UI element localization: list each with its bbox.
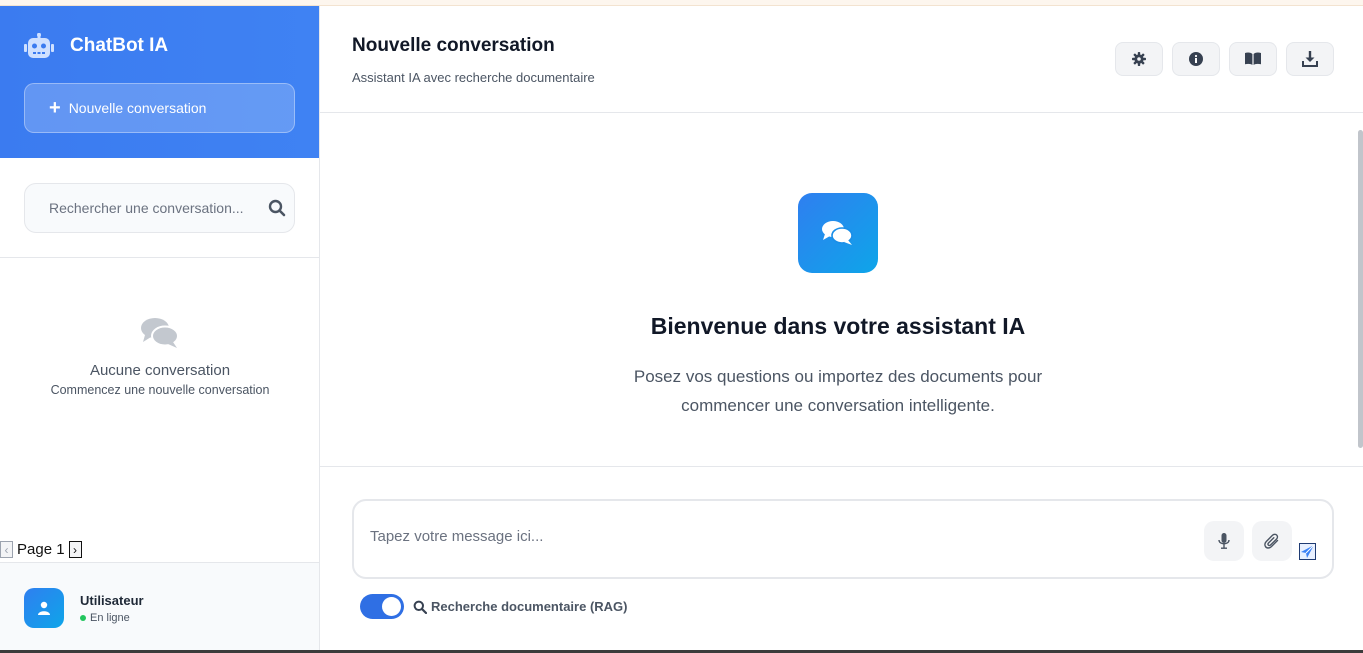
rag-label: Recherche documentaire (RAG)	[431, 599, 628, 614]
empty-title: Aucune conversation	[89, 362, 231, 379]
documents-button[interactable]	[1229, 42, 1277, 76]
pagination: ‹ Page 1 ›	[0, 541, 82, 558]
message-composer	[352, 499, 1334, 579]
search-icon	[413, 600, 427, 614]
empty-subtitle: Commencez une nouvelle conversation	[50, 383, 270, 397]
microphone-icon	[1218, 533, 1230, 549]
rag-toggle[interactable]	[360, 594, 404, 619]
info-icon	[1189, 52, 1203, 66]
previous-page-button[interactable]: ‹	[0, 541, 13, 558]
search-icon[interactable]	[268, 199, 286, 217]
user-icon	[38, 601, 50, 615]
paperclip-icon	[1264, 533, 1279, 549]
welcome-badge	[798, 193, 878, 273]
user-name: Utilisateur	[80, 592, 144, 608]
new-conversation-label: Nouvelle conversation	[68, 100, 207, 116]
voice-button[interactable]	[1204, 521, 1244, 561]
welcome-text: Posez vos questions ou importez des docu…	[633, 367, 1043, 415]
header-actions	[1115, 42, 1334, 76]
page-label: Page 1	[17, 541, 65, 558]
message-input[interactable]	[370, 528, 1170, 552]
empty-conversations: Aucune conversation Commencez une nouvel…	[0, 316, 320, 397]
chat-header: Nouvelle conversation Assistant IA avec …	[320, 6, 1363, 113]
user-info: Utilisateur En ligne	[80, 593, 144, 624]
book-icon	[1245, 52, 1261, 65]
settings-button[interactable]	[1115, 42, 1163, 76]
search-box	[24, 183, 295, 233]
user-status: En ligne	[80, 612, 144, 624]
sidebar-search-section	[0, 158, 319, 258]
welcome-title: Bienvenue dans votre assistant IA	[650, 313, 1026, 339]
online-dot	[80, 614, 86, 621]
search-input[interactable]	[49, 200, 259, 216]
chat-area: Bienvenue dans votre assistant IA Posez …	[320, 113, 1363, 467]
brand-title: ChatBot IA	[70, 35, 169, 56]
rag-toggle-row: Recherche documentaire (RAG)	[360, 594, 628, 619]
send-icon	[1299, 543, 1316, 560]
comments-icon	[822, 221, 853, 245]
next-page-button[interactable]: ›	[68, 541, 82, 558]
settings-icon	[1132, 52, 1146, 66]
avatar[interactable]	[24, 588, 64, 628]
robot-icon	[24, 33, 54, 58]
scrollbar-thumb[interactable]	[1358, 130, 1363, 448]
info-button[interactable]	[1172, 42, 1220, 76]
chat-scrollbar[interactable]	[1357, 116, 1363, 466]
send-button[interactable]	[1299, 543, 1316, 560]
sidebar-header: ChatBot IA + Nouvelle conversation	[0, 6, 319, 158]
download-button[interactable]	[1286, 42, 1334, 76]
welcome-panel: Bienvenue dans votre assistant IA Posez …	[320, 193, 1356, 420]
new-conversation-button[interactable]: + Nouvelle conversation	[24, 83, 295, 133]
main-panel: Nouvelle conversation Assistant IA avec …	[320, 6, 1363, 653]
toggle-knob	[382, 597, 401, 616]
sidebar: ChatBot IA + Nouvelle conversation Reche…	[0, 6, 320, 653]
brand: ChatBot IA	[24, 30, 295, 62]
plus-icon: +	[49, 97, 61, 119]
attach-button[interactable]	[1252, 521, 1292, 561]
user-panel: Utilisateur En ligne	[0, 562, 319, 653]
user-status-label: En ligne	[90, 611, 130, 624]
app: ChatBot IA + Nouvelle conversation Reche…	[0, 6, 1363, 653]
download-icon	[1302, 51, 1318, 67]
comments-icon	[141, 318, 179, 348]
